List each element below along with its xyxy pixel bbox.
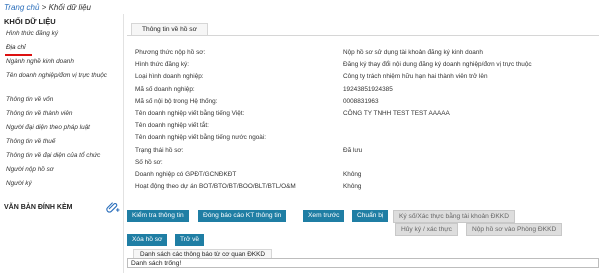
info-row: Tên doanh nghiệp viết bằng tiếng nước ng…	[127, 132, 599, 144]
row-label: Trạng thái hồ sơ:	[135, 146, 184, 154]
sidebar-item-legal-representative[interactable]: Người đại diện theo pháp luật	[0, 121, 123, 135]
info-row: Phương thức nộp hồ sơ: Nộp hồ sơ sử dụng …	[127, 47, 599, 59]
sign-verify-button[interactable]: Ký số/Xác thực bằng tài khoản ĐKKD	[393, 210, 515, 223]
row-label: Loại hình doanh nghiệp:	[135, 73, 204, 81]
sidebar-item-address[interactable]: Địa chỉ	[0, 41, 123, 56]
info-row: Tên doanh nghiệp viết tắt:	[127, 120, 599, 132]
tab-file-info[interactable]: Thông tin về hồ sơ	[131, 23, 208, 35]
sidebar-title: KHỐI DỮ LIỆU	[4, 17, 56, 26]
row-value: 0008831963	[343, 97, 379, 105]
row-label: Mã số doanh nghiệp:	[135, 85, 195, 93]
row-value: 19243851924385	[343, 85, 393, 93]
attachments-title: VĂN BẢN ĐÍNH KÈM	[4, 204, 73, 211]
row-value: Không	[343, 170, 362, 178]
row-label: Hình thức đăng ký:	[135, 61, 190, 69]
info-row: Hình thức đăng ký: Đăng ký thay đổi nội d…	[127, 59, 599, 71]
info-row: Mã số doanh nghiệp: 19243851924385	[127, 84, 599, 96]
sidebar: KHỐI DỮ LIỆU Hình thức đăng ký Địa chỉ N…	[0, 14, 124, 273]
row-value: CÔNG TY TNHH TEST TEST AAAAA	[343, 109, 450, 117]
row-label: Phương thức nộp hồ sơ:	[135, 49, 206, 56]
row-value: Công ty trách nhiệm hữu hạn hai thành vi…	[343, 73, 488, 81]
row-label: Tên doanh nghiệp viết bằng tiếng Việt:	[135, 109, 245, 117]
main-panel: Thông tin về hồ sơ Phương thức nộp hồ sơ…	[127, 23, 599, 194]
back-button[interactable]: Trở về	[175, 234, 205, 246]
delete-file-button[interactable]: Xóa hồ sơ	[127, 234, 168, 246]
sidebar-item-organization-representative[interactable]: Thông tin về đại diện của tổ chức	[0, 149, 123, 163]
info-row: Doanh nghiệp có GPĐT/GCNĐKĐT Không	[127, 169, 599, 181]
info-row: Hoạt động theo dự án BOT/BTO/BT/BOO/BLT/…	[127, 181, 599, 193]
breadcrumb-current: Khối dữ liệu	[48, 3, 92, 12]
info-row: Tên doanh nghiệp viết bằng tiếng Việt: CÔ…	[127, 108, 599, 120]
row-value: Đăng ký thay đổi nội dung đăng ký doanh …	[343, 61, 532, 69]
row-label: Doanh nghiệp có GPĐT/GCNĐKĐT	[135, 170, 237, 178]
row-label: Tên doanh nghiệp viết tắt:	[135, 122, 209, 130]
check-info-button[interactable]: Kiểm tra thông tin	[127, 210, 189, 222]
report-errors-button[interactable]: Đóng báo cáo KT thông tin	[198, 210, 287, 222]
info-row: Số hồ sơ:	[127, 157, 599, 169]
sidebar-item-tax[interactable]: Thông tin về thuế	[0, 135, 123, 149]
breadcrumb-separator: >	[41, 3, 47, 12]
breadcrumb: Trang chủ > Khối dữ liệu	[4, 3, 91, 12]
row-label: Số hồ sơ:	[135, 158, 163, 166]
preview-button[interactable]: Xem trước	[303, 210, 345, 222]
prepare-button[interactable]: Chuẩn bị	[352, 210, 389, 222]
sidebar-item-registration-type[interactable]: Hình thức đăng ký	[0, 27, 123, 41]
info-row: Loại hình doanh nghiệp: Công ty trách nhi…	[127, 71, 599, 83]
paperclip-icon[interactable]	[106, 201, 120, 216]
submit-button[interactable]: Nộp hồ sơ vào Phòng ĐKKD	[466, 223, 563, 236]
row-value: Không	[343, 183, 362, 191]
breadcrumb-home-link[interactable]: Trang chủ	[4, 3, 39, 12]
row-value: Đã lưu	[343, 146, 363, 154]
cancel-sign-button[interactable]: Hủy ký / xác thực	[395, 223, 458, 236]
sidebar-item-enterprise-name[interactable]: Tên doanh nghiệp/đơn vị trực thuộc	[0, 69, 123, 93]
sidebar-item-submitter[interactable]: Người nộp hồ sơ	[0, 163, 123, 177]
sidebar-item-capital[interactable]: Thông tin về vốn	[0, 93, 123, 107]
row-label: Mã số nội bộ trong Hệ thống:	[135, 97, 218, 105]
sidebar-item-signer[interactable]: Người ký	[0, 177, 123, 191]
info-row: Mã số nội bộ trong Hệ thống: 0008831963	[127, 96, 599, 108]
attachments-section: VĂN BẢN ĐÍNH KÈM	[4, 202, 122, 213]
info-row: Trạng thái hồ sơ: Đã lưu	[127, 145, 599, 157]
row-label: Hoạt động theo dự án BOT/BTO/BT/BOO/BLT/…	[135, 183, 296, 191]
row-value: Nộp hồ sơ sử dụng tài khoản đăng ký kinh…	[343, 49, 483, 56]
row-label: Tên doanh nghiệp viết bằng tiếng nước ng…	[135, 134, 267, 142]
sidebar-item-business-lines[interactable]: Ngành nghề kinh doanh	[0, 55, 123, 69]
sidebar-item-members[interactable]: Thông tin về thành viên	[0, 107, 123, 121]
file-info-panel: Phương thức nộp hồ sơ: Nộp hồ sơ sử dụng …	[127, 35, 599, 194]
notifications-list: Danh sách trống!	[127, 258, 599, 268]
